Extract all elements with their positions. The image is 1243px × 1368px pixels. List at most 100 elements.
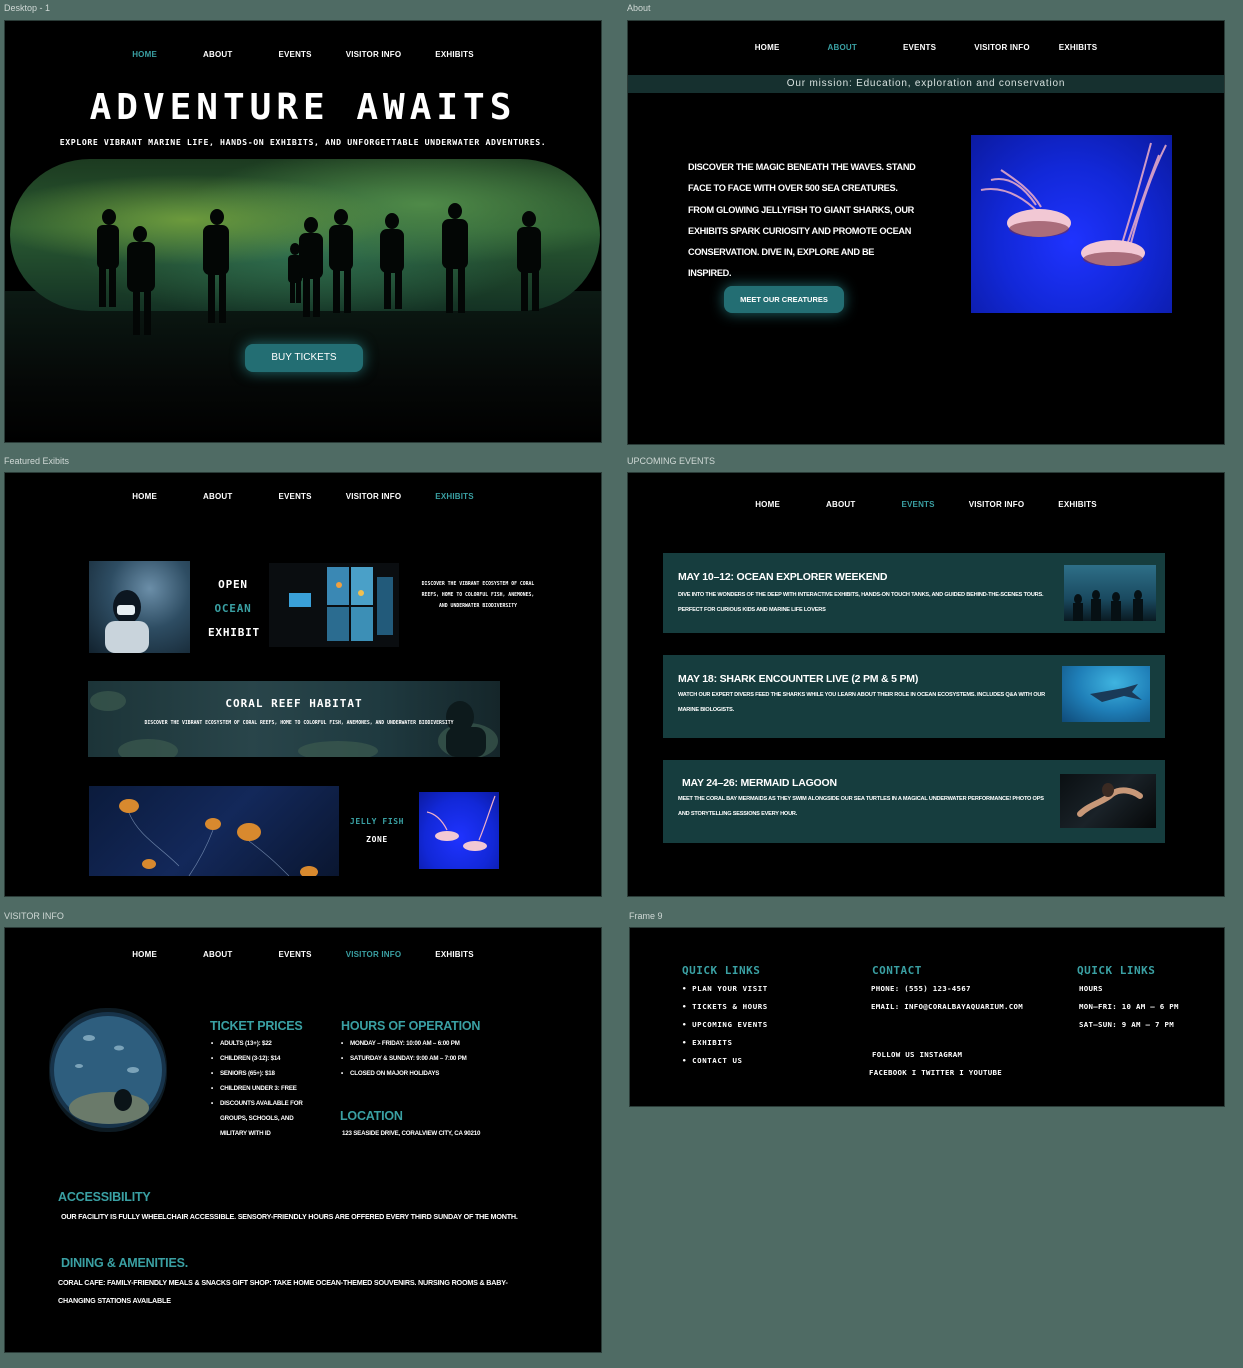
nav-about[interactable]: ABOUT [203, 950, 232, 959]
weekend-hours: SAT–SUN: 9 AM – 7 PM [1079, 1020, 1174, 1029]
event-title: MAY 10–12: OCEAN EXPLORER WEEKEND [678, 571, 888, 583]
event-card[interactable]: MAY 10–12: OCEAN EXPLORER WEEKEND DIVE I… [663, 553, 1165, 633]
frame-label-featured: Featured Exibits [4, 456, 70, 466]
meet-creatures-button[interactable]: MEET OUR CREATURES [724, 286, 844, 313]
frame-label-frame9: Frame 9 [629, 911, 663, 921]
nav-home[interactable]: HOME [755, 43, 780, 52]
main-nav: HOME ABOUT EVENTS VISITOR INFO EXHIBITS [628, 500, 1224, 509]
events-frame: HOME ABOUT EVENTS VISITOR INFO EXHIBITS … [627, 472, 1225, 897]
accessibility-text: OUR FACILITY IS FULLY WHEELCHAIR ACCESSI… [61, 1212, 518, 1221]
jellyfish-line: JELLY FISH [349, 817, 405, 826]
coral-reef-title: CORAL REEF HABITAT [225, 697, 363, 710]
nav-visitor-info[interactable]: VISITOR INFO [346, 950, 402, 959]
zone-line: ZONE [366, 835, 388, 844]
contact-heading: CONTACT [872, 964, 922, 977]
footer-link[interactable]: UPCOMING EVENTS [682, 1016, 768, 1034]
visitor-silhouettes [97, 203, 541, 335]
event-description: MEET THE CORAL BAY MERMAIDS AS THEY SWIM… [678, 796, 1044, 817]
nav-events[interactable]: EVENTS [278, 492, 311, 501]
footer-link[interactable]: PLAN YOUR VISIT [682, 980, 768, 998]
nav-exhibits[interactable]: EXHIBITS [435, 950, 474, 959]
event-card[interactable]: MAY 18: SHARK ENCOUNTER LIVE (2 PM & 5 P… [663, 655, 1165, 738]
list-item: SATURDAY & SUNDAY: 9:00 AM – 7:00 PM [341, 1051, 481, 1066]
footer-link[interactable]: CONTACT US [682, 1052, 768, 1070]
frame-label-upcoming: UPCOMING EVENTS [627, 456, 716, 466]
nav-exhibits[interactable]: EXHIBITS [1058, 500, 1097, 509]
hours-list: MONDAY – FRIDAY: 10:00 AM – 6:00 PM SATU… [341, 1036, 481, 1081]
nav-visitor-info[interactable]: VISITOR INFO [346, 492, 402, 501]
main-nav: HOME ABOUT EVENTS VISITOR INFO EXHIBITS [628, 43, 1224, 52]
nav-about[interactable]: ABOUT [828, 43, 857, 52]
frame-label-desktop: Desktop - 1 [4, 3, 51, 13]
home-frame: HOME ABOUT EVENTS VISITOR INFO EXHIBITS … [4, 20, 602, 443]
ocean-line: OCEAN [214, 602, 252, 615]
location-heading: LOCATION [340, 1109, 403, 1123]
mission-banner: Our mission: Education, exploration and … [628, 75, 1224, 93]
social-links[interactable]: FACEBOOK I TWITTER I YOUTUBE [869, 1064, 1002, 1082]
event-title: MAY 24–26: MERMAID LAGOON [682, 777, 837, 789]
visitor-frame: HOME ABOUT EVENTS VISITOR INFO EXHIBITS … [4, 927, 602, 1353]
phone-text: PHONE: (555) 123-4567 [871, 984, 971, 993]
nav-visitor-info[interactable]: VISITOR INFO [969, 500, 1025, 509]
list-item: CLOSED ON MAJOR HOLIDAYS [341, 1066, 481, 1081]
nav-events[interactable]: EVENTS [278, 950, 311, 959]
footer-link[interactable]: TICKETS & HOURS [682, 998, 768, 1016]
main-nav: HOME ABOUT EVENTS VISITOR INFO EXHIBITS [5, 950, 601, 959]
buy-tickets-button[interactable]: BUY TICKETS [245, 344, 363, 372]
event-description: DIVE INTO THE WONDERS OF THE DEEP WITH I… [678, 592, 1044, 613]
diver-image [89, 561, 190, 653]
nav-home[interactable]: HOME [132, 492, 157, 501]
nav-home[interactable]: HOME [755, 500, 780, 509]
jellyfish-small-image [419, 792, 499, 869]
about-paragraph: DISCOVER THE MAGIC BENEATH THE WAVES. ST… [688, 162, 916, 279]
email-text[interactable]: EMAIL: INFO@CORALBAYAQUARIUM.COM [871, 998, 1023, 1016]
nav-home[interactable]: HOME [132, 950, 157, 959]
accessibility-heading: ACCESSIBILITY [58, 1190, 151, 1204]
exhibits-frame: HOME ABOUT EVENTS VISITOR INFO EXHIBITS … [4, 472, 602, 897]
jellyfish-zone-label: JELLY FISH ZONE [345, 813, 409, 849]
list-item: SENIORS (65+): $18 [211, 1066, 321, 1081]
open-ocean-label: OPEN OCEAN EXHIBIT [208, 573, 260, 645]
nav-about[interactable]: ABOUT [826, 500, 855, 509]
porthole-image [49, 1008, 167, 1132]
list-item: ADULTS (13+): $22 [211, 1036, 321, 1051]
list-item: MONDAY – FRIDAY: 10:00 AM – 6:00 PM [341, 1036, 481, 1051]
about-frame: HOME ABOUT EVENTS VISITOR INFO EXHIBITS … [627, 20, 1225, 445]
nav-visitor-info[interactable]: VISITOR INFO [974, 43, 1030, 52]
event-description: WATCH OUR EXPERT DIVERS FEED THE SHARKS … [678, 692, 1046, 713]
weekday-hours: MON–FRI: 10 AM – 6 PM [1079, 1002, 1179, 1011]
event-title: MAY 18: SHARK ENCOUNTER LIVE (2 PM & 5 P… [678, 673, 919, 685]
hours-heading: QUICK LINKS [1077, 964, 1156, 977]
list-item: CHILDREN UNDER 3: FREE [211, 1081, 321, 1096]
event-image [1062, 666, 1150, 722]
nav-exhibits[interactable]: EXHIBITS [1059, 43, 1098, 52]
nav-about[interactable]: ABOUT [203, 492, 232, 501]
frame-label-about: About [627, 3, 651, 13]
list-item: CHILDREN (3-12): $14 [211, 1051, 321, 1066]
event-image [1064, 565, 1156, 621]
follow-text: FOLLOW US INSTAGRAM [872, 1050, 963, 1059]
footer-link[interactable]: EXHIBITS [682, 1034, 768, 1052]
nav-exhibits[interactable]: EXHIBITS [435, 492, 474, 501]
event-card[interactable]: MAY 24–26: MERMAID LAGOON MEET THE CORAL… [663, 760, 1165, 843]
main-nav: HOME ABOUT EVENTS VISITOR INFO EXHIBITS [5, 492, 601, 501]
jellyfish-image [971, 135, 1172, 313]
ticket-prices-heading: TICKET PRICES [210, 1019, 303, 1033]
event-image [1060, 774, 1156, 828]
ticket-list: ADULTS (13+): $22 CHILDREN (3-12): $14 S… [211, 1036, 321, 1141]
nav-events[interactable]: EVENTS [903, 43, 936, 52]
frame-label-visitor: VISITOR INFO [4, 911, 64, 921]
location-text: 123 SEASIDE DRIVE, CORALVIEW CITY, CA 90… [342, 1130, 481, 1137]
coral-reef-description: DISCOVER THE VIBRANT ECOSYSTEM OF CORAL … [144, 721, 454, 726]
nav-events[interactable]: EVENTS [901, 500, 934, 509]
quick-links-list: PLAN YOUR VISIT TICKETS & HOURS UPCOMING… [682, 980, 768, 1070]
dining-heading: DINING & AMENITIES. [61, 1256, 188, 1270]
hours-label: HOURS [1079, 984, 1103, 993]
open-line: OPEN [218, 578, 248, 591]
quick-links-heading: QUICK LINKS [682, 964, 761, 977]
hours-heading: HOURS OF OPERATION [341, 1019, 481, 1033]
coral-reef-card: CORAL REEF HABITAT DISCOVER THE VIBRANT … [88, 681, 500, 757]
exhibit-line: EXHIBIT [208, 626, 260, 639]
list-item: DISCOUNTS AVAILABLE FOR GROUPS, SCHOOLS,… [211, 1096, 321, 1141]
jellyfish-tank-image [89, 786, 339, 876]
